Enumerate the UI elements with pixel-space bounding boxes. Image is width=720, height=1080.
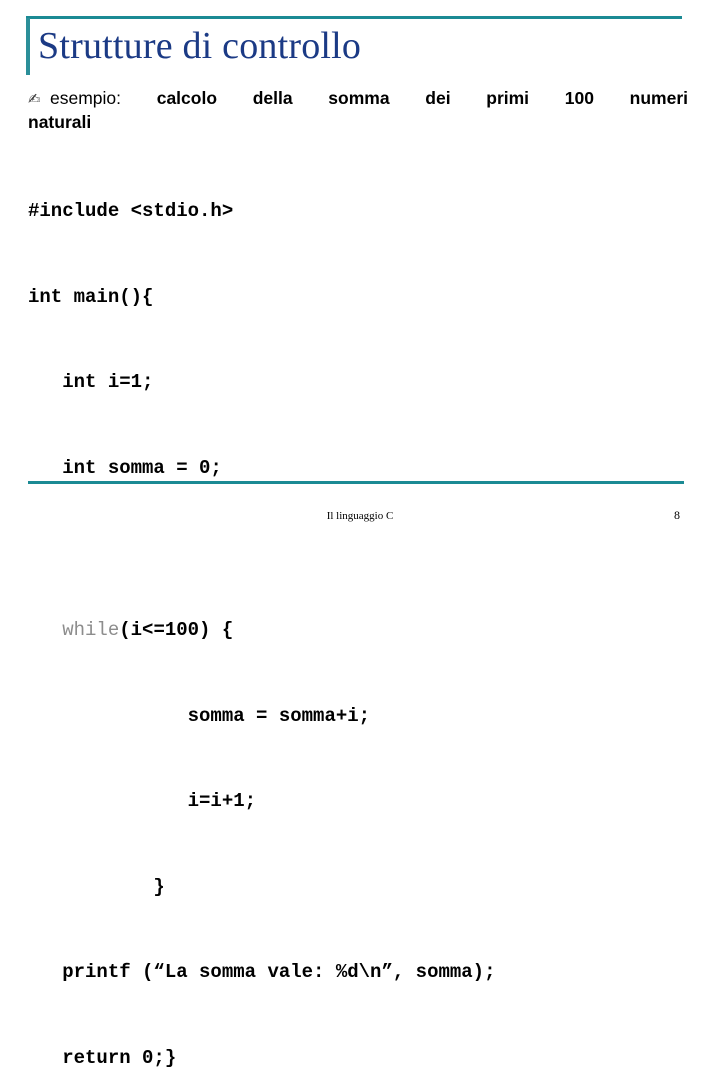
code-line-printf: printf (“La somma vale: %d\n”, somma); [28, 961, 496, 983]
wingdings-hand-bullet-icon: ✍ [28, 90, 41, 108]
code-listing: #include <stdio.h> int main(){ int i=1; … [28, 140, 698, 1080]
footer-rule [28, 481, 684, 484]
code-line-accumulate: somma = somma+i; [28, 704, 371, 727]
code-line-increment: i=i+1; [28, 790, 257, 812]
page-title: Strutture di controllo [38, 25, 362, 67]
code-line-main: int main(){ [28, 285, 154, 308]
footer-title: Il linguaggio C [326, 510, 394, 522]
bullet-emphasis-label: calcolo della somma dei primi 100 numeri [156, 88, 688, 108]
code-line-decl-somma: int somma = 0; [28, 456, 222, 479]
title-left-accent-bar [26, 18, 30, 75]
code-line-decl-i: int i=1; [28, 371, 154, 393]
footer-page-number: 8 [674, 508, 680, 522]
title-top-rule [26, 16, 682, 19]
bullet-tail-label: naturali [28, 112, 92, 132]
slide: Strutture di controllo ✍ esempio: calcolo… [0, 0, 720, 1069]
code-line-close-brace: } [28, 875, 165, 898]
code-keyword-while: while [62, 619, 120, 641]
bullet-lead-label: esempio: [50, 88, 157, 108]
code-while-condition: (i<=100) { [119, 619, 234, 641]
bullet-paragraph: ✍ esempio: calcolo della somma dei primi … [28, 86, 688, 135]
code-line-while: while(i<=100) { [28, 616, 698, 645]
code-line-include: #include <stdio.h> [28, 200, 234, 222]
code-line-return: return 0;} [28, 1046, 177, 1069]
bullet-first-line: ✍ esempio: calcolo della somma dei primi … [28, 86, 688, 110]
